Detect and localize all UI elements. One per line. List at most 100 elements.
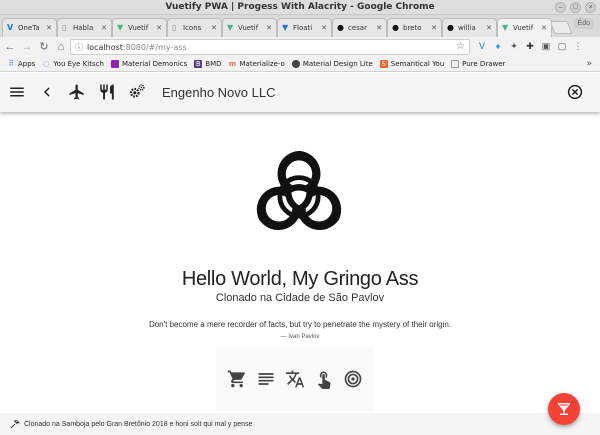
bookmark-label: Material Design Lite bbox=[302, 60, 373, 68]
home-icon[interactable]: ⌂ bbox=[54, 40, 68, 54]
page-subheadline: Clonado na Cidade de São Pavlov bbox=[215, 292, 385, 304]
reload-icon[interactable]: ↻ bbox=[37, 40, 51, 54]
bookmark-item[interactable]: Pure Drawer bbox=[451, 60, 505, 68]
airplane-icon[interactable] bbox=[68, 83, 86, 101]
tab-close-icon[interactable]: ✕ bbox=[376, 24, 382, 32]
chevron-left-icon[interactable] bbox=[38, 83, 56, 101]
close-circle-icon[interactable] bbox=[566, 83, 584, 101]
window-titlebar: Vuetify PWA | Progess With Alacrity - Go… bbox=[0, 0, 600, 15]
minimize-button[interactable]: – bbox=[555, 2, 566, 13]
bookmarks-bar: ⠿ Apps ◌ You Eye Kitsch Material Demonic… bbox=[0, 57, 600, 72]
spinner-icon: ◌ bbox=[43, 60, 50, 68]
bookmark-item[interactable]: Material Design Lite bbox=[291, 60, 373, 68]
profile-button[interactable]: Édo bbox=[573, 18, 594, 29]
extension-icon[interactable]: ✦ bbox=[508, 40, 520, 52]
tab-close-icon[interactable]: ✕ bbox=[101, 24, 107, 32]
browser-tab[interactable]: ● cesar ✕ bbox=[332, 18, 387, 37]
browser-tab[interactable]: ▼ Vuetif ✕ bbox=[222, 18, 277, 37]
bookmark-label: Materialize-o bbox=[239, 60, 285, 68]
bookmark-item[interactable]: ⠿ Apps bbox=[7, 59, 36, 69]
twitter-extension-icon[interactable]: ♦ bbox=[492, 40, 504, 52]
bookmark-label: BMD bbox=[205, 60, 222, 68]
browser-tab[interactable]: ▯ Habla ✕ bbox=[57, 18, 112, 37]
maximize-button[interactable]: □ bbox=[570, 2, 581, 13]
bookmark-label: Apps bbox=[18, 60, 36, 68]
vuetify-icon: ▼ bbox=[117, 23, 124, 32]
bookmark-item[interactable]: B BMD bbox=[194, 60, 222, 68]
menu-icon[interactable] bbox=[8, 83, 26, 101]
touch-icon[interactable] bbox=[313, 368, 335, 390]
browser-tab[interactable]: ▼ Floati ✕ bbox=[277, 18, 332, 37]
cocktail-icon bbox=[558, 403, 570, 415]
restaurant-icon[interactable] bbox=[98, 83, 116, 101]
bookmark-star-icon[interactable]: ☆ bbox=[456, 41, 465, 52]
tab-strip: V OneTa ✕ ▯ Habla ✕ ▼ Vuetif ✕ ▯ Icons ✕… bbox=[0, 15, 600, 37]
capture-extension-icon[interactable]: ▣ bbox=[540, 40, 552, 52]
tab-label: Vuetif bbox=[238, 24, 259, 32]
vuetify-icon: ▼ bbox=[227, 23, 234, 32]
vuetify-icon: ▼ bbox=[502, 23, 509, 32]
tab-close-icon[interactable]: ✕ bbox=[46, 24, 52, 32]
vuetify-extension-icon[interactable]: V bbox=[476, 40, 488, 52]
app-title: Engenho Novo LLC bbox=[162, 85, 276, 100]
tab-close-icon[interactable]: ✕ bbox=[541, 24, 547, 32]
window-title: Vuetify PWA | Progess With Alacrity - Go… bbox=[165, 2, 435, 12]
browser-tab[interactable]: ▯ Icons ✕ bbox=[167, 18, 222, 37]
footer-text: Clonado na Samboja pelo Gran Bretônio 20… bbox=[24, 420, 253, 428]
tab-close-icon[interactable]: ✕ bbox=[156, 24, 162, 32]
biohazard-icon bbox=[251, 147, 347, 237]
bookmarks-overflow-icon[interactable]: » bbox=[586, 59, 592, 69]
tab-label: Icons bbox=[183, 24, 202, 32]
close-window-button[interactable]: × bbox=[585, 2, 596, 13]
bookmark-item[interactable]: S Semantical You bbox=[379, 60, 445, 68]
github-icon: ● bbox=[392, 23, 399, 32]
tab-close-icon[interactable]: ✕ bbox=[486, 24, 492, 32]
app-toolbar: Engenho Novo LLC bbox=[0, 73, 600, 112]
url-host: localhost bbox=[87, 42, 123, 52]
browser-tab[interactable]: ● willia ✕ bbox=[442, 18, 497, 37]
puzzle-extension-icon[interactable]: ✚ bbox=[524, 40, 536, 52]
github-icon: ● bbox=[337, 23, 344, 32]
bookmark-label: Semantical You bbox=[390, 60, 445, 68]
bookmark-item[interactable]: ◌ You Eye Kitsch bbox=[42, 60, 104, 68]
bookmark-label: You Eye Kitsch bbox=[53, 60, 104, 68]
pickaxe-icon bbox=[10, 420, 20, 429]
browser-tab[interactable]: ▼ Vuetif ✕ bbox=[112, 18, 167, 37]
bootstrap-icon: B bbox=[194, 60, 203, 68]
tab-close-icon[interactable]: ✕ bbox=[211, 24, 217, 32]
browser-tab[interactable]: V OneTa ✕ bbox=[2, 18, 57, 37]
browser-tab[interactable]: ● breto ✕ bbox=[387, 18, 442, 37]
browser-tab-active[interactable]: ▼ Vuetif ✕ bbox=[497, 18, 552, 37]
tab-close-icon[interactable]: ✕ bbox=[321, 24, 327, 32]
page-icon: ▯ bbox=[172, 23, 177, 32]
new-tab-button[interactable] bbox=[549, 21, 573, 34]
address-bar[interactable]: ⓘ localhost:8080/#/my-ass ☆ bbox=[70, 39, 470, 55]
tab-label: Vuetif bbox=[128, 24, 149, 32]
bookmark-item[interactable]: m Materialize-o bbox=[229, 60, 285, 68]
tab-close-icon[interactable]: ✕ bbox=[431, 24, 437, 32]
v-icon: V bbox=[7, 23, 14, 32]
info-icon[interactable]: ⓘ bbox=[75, 42, 83, 53]
mdl-icon bbox=[291, 60, 300, 68]
tab-label: Habla bbox=[73, 24, 94, 32]
cocktail-fab-button[interactable] bbox=[548, 393, 580, 425]
page-icon: ▯ bbox=[62, 23, 67, 32]
materialize-icon: m bbox=[228, 60, 237, 68]
list-icon[interactable] bbox=[255, 368, 277, 390]
translate-icon[interactable] bbox=[284, 368, 306, 390]
apps-grid-icon: ⠿ bbox=[8, 59, 14, 68]
bookmark-item[interactable]: Material Demonics bbox=[110, 60, 187, 68]
menu-kebab-icon[interactable]: ⋮ bbox=[572, 40, 584, 52]
page-footer: Clonado na Samboja pelo Gran Bretônio 20… bbox=[0, 413, 600, 435]
settings-gears-icon[interactable] bbox=[128, 83, 146, 101]
tab-close-icon[interactable]: ✕ bbox=[266, 24, 272, 32]
cart-icon[interactable] bbox=[226, 368, 248, 390]
tab-label: willia bbox=[458, 24, 476, 32]
cast-extension-icon[interactable]: ▢ bbox=[556, 40, 568, 52]
forward-arrow-icon[interactable]: → bbox=[20, 40, 34, 54]
semantic-ui-icon: S bbox=[379, 60, 388, 68]
back-arrow-icon[interactable]: ← bbox=[3, 40, 17, 54]
target-icon[interactable] bbox=[342, 368, 364, 390]
action-bar bbox=[216, 347, 374, 411]
tab-label: cesar bbox=[348, 24, 367, 32]
